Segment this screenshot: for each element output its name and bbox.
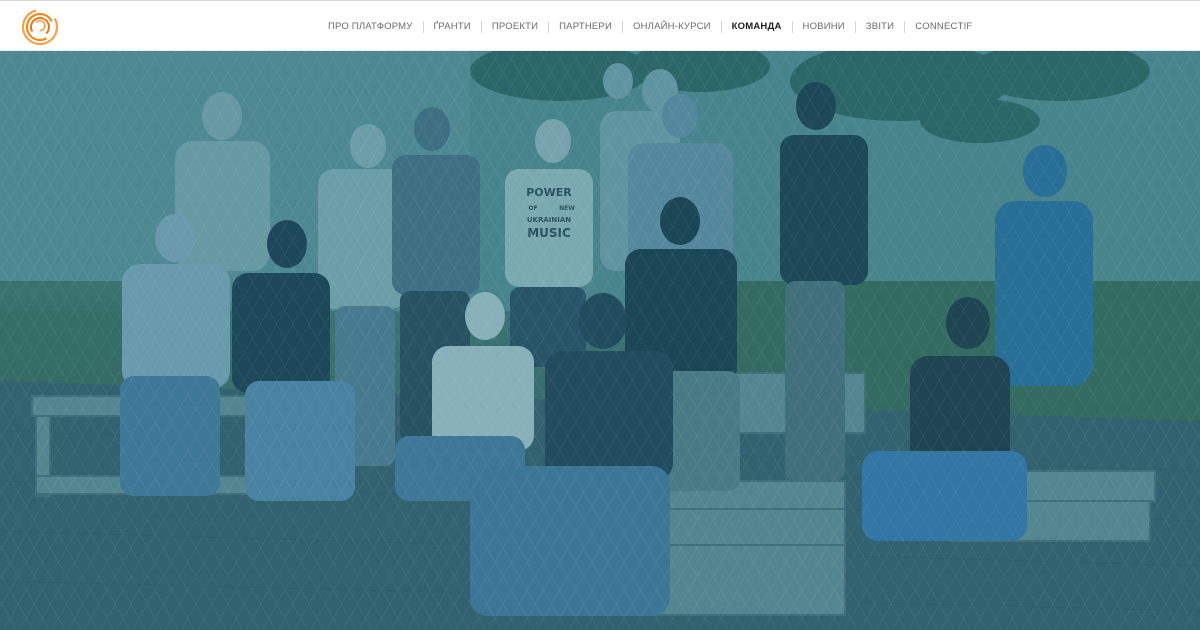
concentric-circles-logo-icon[interactable]: [20, 7, 60, 47]
nav-item-grants[interactable]: ҐРАНТИ: [424, 1, 481, 52]
nav-item-label: ҐРАНТИ: [433, 21, 471, 32]
nav-item-label: ПРОЕКТИ: [491, 21, 539, 32]
nav-item-label: КОМАНДА: [731, 21, 782, 32]
site-header: ПРО ПЛАТФОРМУ ҐРАНТИ ПРОЕКТИ ПАРТНЕРИ ОН…: [0, 0, 1200, 51]
nav-item-partners[interactable]: ПАРТНЕРИ: [549, 1, 622, 52]
nav-item-online-courses[interactable]: ОНЛАЙН-КУРСИ: [623, 1, 721, 52]
nav-item-news[interactable]: НОВИНИ: [793, 1, 855, 52]
team-photo-illustration: POWER OF NEW UKRAINIAN MUSIC: [0, 51, 1200, 630]
shirt-print-of: OF: [528, 205, 537, 212]
nav-item-label: НОВИНИ: [802, 21, 845, 32]
shirt-print-power: POWER: [526, 186, 572, 199]
nav-item-connectif[interactable]: CONNECTIF: [905, 1, 982, 52]
nav-item-label: ЗВІТИ: [865, 21, 895, 32]
team-group-photo: POWER OF NEW UKRAINIAN MUSIC: [0, 51, 1200, 630]
nav-item-label: ПРО ПЛАТФОРМУ: [328, 21, 413, 32]
main-navigation: ПРО ПЛАТФОРМУ ҐРАНТИ ПРОЕКТИ ПАРТНЕРИ ОН…: [318, 1, 982, 52]
nav-item-label: CONNECTIF: [915, 21, 973, 32]
nav-item-team[interactable]: КОМАНДА: [722, 1, 792, 52]
nav-item-label: ПАРТНЕРИ: [559, 21, 612, 32]
shirt-print-ukrainian: UKRAINIAN: [527, 216, 571, 224]
shirt-print-music: MUSIC: [527, 226, 571, 240]
nav-item-projects[interactable]: ПРОЕКТИ: [482, 1, 548, 52]
shirt-print-new: NEW: [559, 205, 575, 212]
nav-item-reports[interactable]: ЗВІТИ: [856, 1, 904, 52]
nav-item-label: ОНЛАЙН-КУРСИ: [633, 21, 711, 32]
nav-item-about-platform[interactable]: ПРО ПЛАТФОРМУ: [318, 1, 423, 52]
